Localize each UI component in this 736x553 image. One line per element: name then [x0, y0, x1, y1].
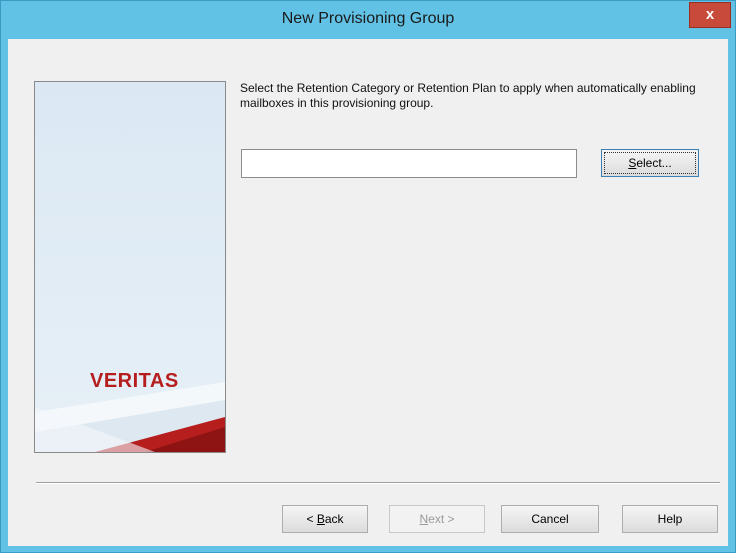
focus-rectangle [604, 152, 696, 174]
select-button[interactable]: Select... [601, 149, 699, 177]
back-button[interactable]: < Back [282, 505, 368, 533]
wizard-banner-graphic [35, 382, 225, 452]
veritas-logo: VERITAS [90, 370, 179, 392]
back-label-accel: B [316, 512, 325, 526]
window-title: New Provisioning Group [281, 10, 455, 27]
next-label-post: ext > [428, 512, 455, 526]
button-separator [36, 482, 720, 484]
retention-field[interactable] [241, 149, 577, 178]
wizard-side-panel: VERITAS [34, 81, 226, 453]
next-label-accel: N [419, 512, 429, 526]
help-button[interactable]: Help [622, 505, 718, 533]
close-button[interactable]: x [689, 2, 731, 28]
dialog-client-area: VERITAS Select the Retention Category or… [8, 39, 728, 546]
back-label-pre: < [306, 512, 317, 526]
back-label-post: ack [324, 512, 344, 526]
cancel-button[interactable]: Cancel [501, 505, 599, 533]
dialog-window: New Provisioning Group x VERITAS Select … [0, 0, 736, 553]
next-button[interactable]: Next > [389, 505, 485, 533]
title-bar[interactable]: New Provisioning Group x [1, 1, 735, 37]
instruction-text: Select the Retention Category or Retenti… [240, 81, 696, 110]
